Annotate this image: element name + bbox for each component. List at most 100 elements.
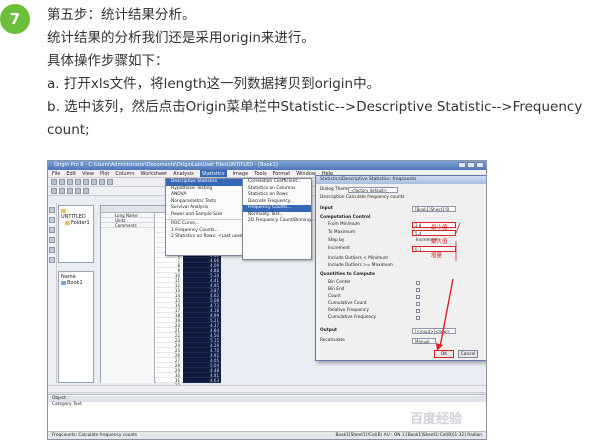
quantity-item: Cumulative Frequency [328,315,377,320]
menu-analysis: Analysis [173,171,194,177]
checkbox [416,302,420,306]
refresh-icon [107,179,113,185]
input-field: [Book1]Sheet1!B [412,206,456,212]
step-line-3: 具体操作步骤如下： [47,53,169,69]
output-label: Output [320,328,337,333]
save-icon [67,179,73,185]
open-icon [59,179,65,185]
bold-icon [59,188,65,194]
step-line-6: count; [47,122,90,138]
step-line-1: 第五步：统计结果分析。 [47,7,196,23]
quantities-to-compute: Quantities to Compute [320,272,375,277]
project-explorer: UNTITLED Folder1 [58,205,94,263]
step-line-5: b. 选中该列，然后点击Origin菜单栏中Statistic-->Descri… [47,99,583,115]
menu-separator [166,219,242,220]
submenu-item: 2D Frequency Count/Binning... [248,218,315,223]
checkbox [416,309,420,313]
new-icon [51,179,57,185]
window-title: Origin Pro 8 - C:\Users\Administrator\Do… [54,162,278,168]
cancel-button: Cancel [458,350,478,358]
import-icon [83,179,89,185]
ok-button: OK [434,350,454,358]
workbook-icon [61,280,66,285]
minimize-icon [458,162,466,168]
command-columns: Category Text [52,402,82,407]
checkbox [416,316,420,320]
font-icon [51,188,57,194]
column-labels: Long Name Units Comments [101,213,155,383]
menu-window: Window [296,171,316,177]
dialog-description: Description Calculate frequency counts [320,195,405,200]
quantity-item: Cumulative Count [328,301,367,306]
quantity-item: Count [328,294,341,299]
window-controls [458,162,484,168]
descriptive-statistics-submenu: Correlation Coefficient... Statistics on … [242,178,315,260]
maximize-icon [467,162,475,168]
annotation-min: 最小值 [431,225,448,231]
project-items: Name Book1 [58,271,94,383]
output-field: [<input>]<new> [412,328,456,334]
annotation-max: 最大值 [431,239,448,245]
folder-icon [65,220,70,225]
statistics-menu: Descriptive Statistics Hypothesis Testing… [165,178,247,256]
menu-item: Power and Sample Size [171,211,223,217]
menu-view: View [82,171,94,177]
column-label-row: Comments [101,223,154,228]
bottom-toolbar [48,385,486,393]
text-tool-icon [49,227,55,233]
menu-image: Image [232,171,249,177]
quantity-item: Relative Frequency [328,308,369,313]
step-by-label: Step by [328,238,345,243]
quantity-item: Bin End [328,287,345,292]
from-minimum-label: From Minimum [328,222,360,227]
status-text: Freqcounts: Calculate frequency counts [52,433,138,438]
tool-palette [48,203,57,383]
undo-icon [91,179,97,185]
freqcounts-dialog: Statistics\Descriptive Statistics: freqc… [315,175,486,361]
origin-screenshot: Origin Pro 8 - C:\Users\Administrator\Do… [47,160,487,440]
data-reader-icon [49,257,55,263]
status-bar: Freqcounts: Calculate frequency counts B… [48,431,486,439]
dialog-theme-label: Dialog Theme [320,187,350,192]
align-icon [83,188,89,194]
book-name: Book1 [67,280,83,286]
status-right: Book1[Sheet1]!Col(B) AU : ON 1:[Book1]Sh… [335,433,482,438]
step-line-4: a. 打开xls文件，将length这一列数据拷贝到origin中。 [47,76,381,92]
include-outliers-min: Include Outliers < Minimum [328,256,389,261]
menu-file: File [52,171,61,177]
menu-tools: Tools [254,171,267,177]
line-tool-icon [49,237,55,243]
checkbox [416,288,420,292]
menu-column: Column [115,171,135,177]
menu-statistics: Statistics [199,170,227,177]
step-line-2: 统计结果的分析我们还是采用origin来进行。 [47,30,315,46]
annotation-increment: 增量 [431,253,443,259]
italic-icon [67,188,73,194]
menu-item: 2 Statistics on Rows: <Last used> [171,234,247,239]
rect-tool-icon [49,247,55,253]
input-label: Input [320,206,333,211]
zoom-icon [49,217,55,223]
menu-format: Format [272,171,291,177]
dialog-title: Statistics\Descriptive Statistics: freqc… [316,176,486,184]
redo-icon [99,179,105,185]
watermark: 百度经验 [409,412,462,427]
menu-worksheet: Worksheet [140,171,168,177]
red-annotations: 最小值 最大值 增量 [431,221,448,263]
increment-label: Increment [328,246,350,251]
window-titlebar: Origin Pro 8 - C:\Users\Administrator\Do… [48,161,486,170]
menu-plot: Plot [99,171,110,177]
close-icon [476,162,484,168]
include-outliers-max: Include Outliers >= Maximum [328,263,393,268]
step-text: 第五步：统计结果分析。 统计结果的分析我们还是采用origin来进行。 具体操作… [47,4,614,142]
dialog-theme-select: <factory default> [348,187,398,193]
recalculate-label: Recalculate [320,338,345,343]
pointer-icon [49,207,55,213]
quantity-item: Bin Center [328,280,351,285]
print-icon [75,179,81,185]
checkbox [416,295,420,299]
checkbox [416,281,420,285]
recalculate-select: Manual [412,338,436,344]
computation-control: Computation Control [320,215,371,220]
folder-icon [61,208,66,213]
